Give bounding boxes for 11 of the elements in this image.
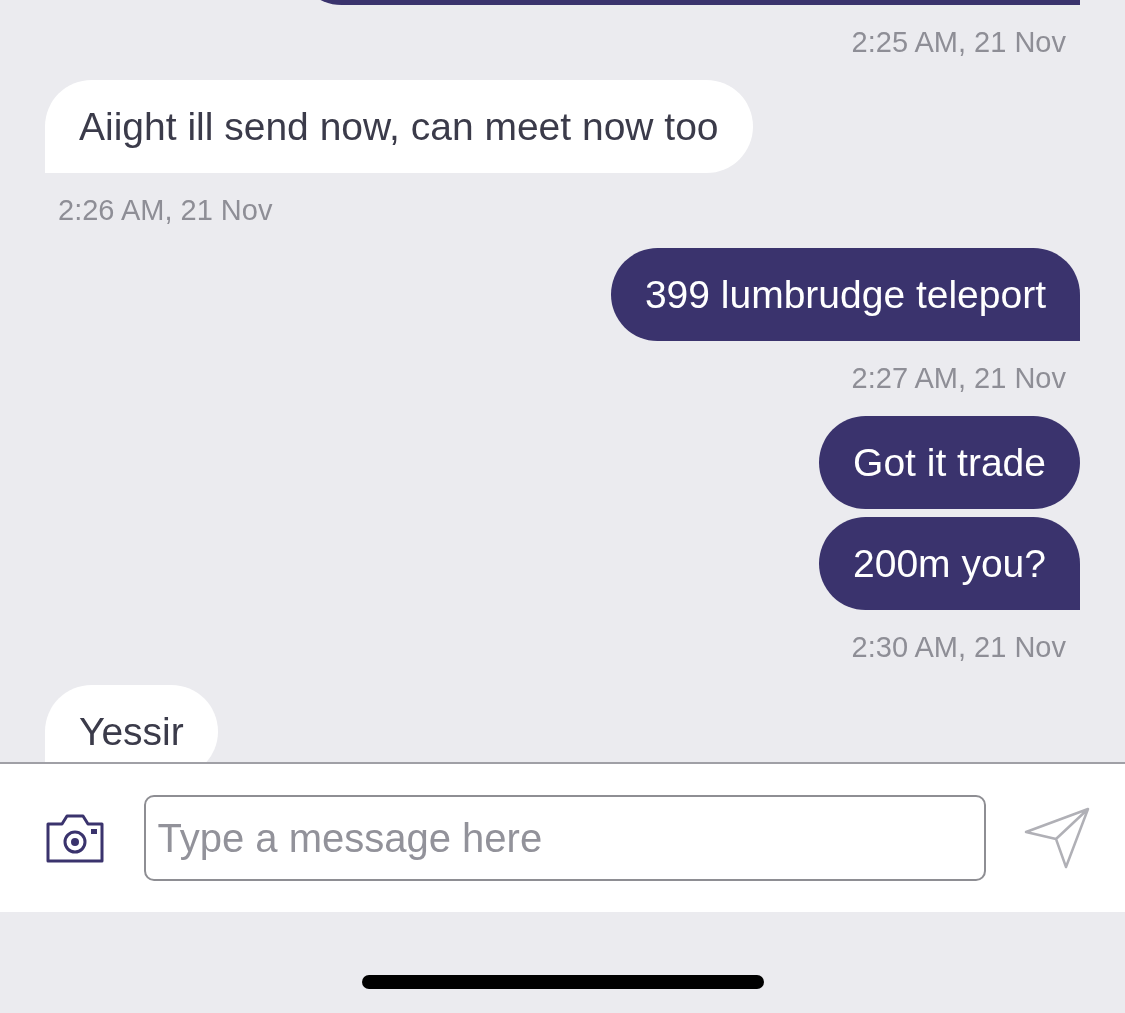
camera-icon[interactable] — [45, 812, 105, 864]
timestamp: 2:25 AM, 21 Nov — [851, 25, 1066, 60]
message-bubble: Yessir — [45, 685, 218, 762]
timestamp: 2:26 AM, 21 Nov — [58, 193, 273, 228]
message-bubble: 399 lumbrudge teleport — [610, 248, 1080, 341]
timestamp: 2:30 AM, 21 Nov — [851, 630, 1066, 665]
message-bubble: Aiight ill send now, can meet now too — [45, 80, 753, 173]
timestamp: 2:27 AM, 21 Nov — [851, 361, 1066, 396]
message-bubble: 200m you? — [819, 517, 1080, 610]
message-bubble: Got it trade — [819, 416, 1080, 509]
message-input[interactable]: Type a message here — [143, 795, 986, 881]
